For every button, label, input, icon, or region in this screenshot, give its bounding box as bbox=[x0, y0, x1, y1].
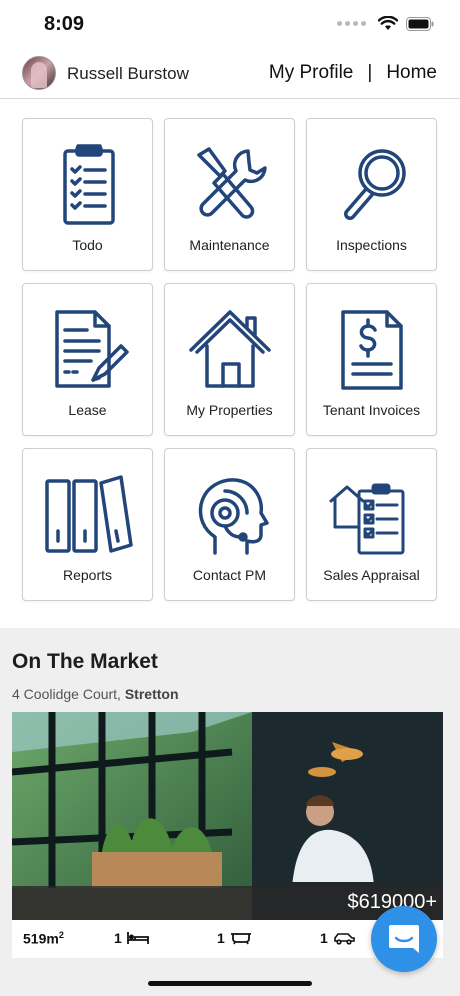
tile-sales-appraisal[interactable]: Sales Appraisal bbox=[306, 448, 437, 601]
feature-area: 519m2 bbox=[23, 930, 64, 947]
tile-contact-pm[interactable]: Contact PM bbox=[164, 448, 295, 601]
tile-my-properties[interactable]: My Properties bbox=[164, 283, 295, 436]
clipboard-checklist-icon bbox=[62, 144, 115, 225]
tile-label: Todo bbox=[72, 237, 103, 253]
price-bar: $619000+ bbox=[12, 886, 443, 920]
listing-address[interactable]: 4 Coolidge Court, Stretton bbox=[12, 686, 179, 702]
home-indicator[interactable] bbox=[148, 981, 312, 986]
tile-label: Contact PM bbox=[192, 567, 267, 583]
tile-tenant-invoices[interactable]: Tenant Invoices bbox=[306, 283, 437, 436]
signal-icon bbox=[337, 21, 366, 26]
address-suburb: Stretton bbox=[124, 686, 179, 702]
status-bar: 8:09 bbox=[0, 0, 460, 50]
status-time: 8:09 bbox=[44, 13, 85, 35]
document-pen-icon bbox=[54, 310, 129, 388]
avatar[interactable] bbox=[22, 56, 56, 90]
house-clipboard-icon bbox=[329, 483, 404, 555]
home-link[interactable]: Home bbox=[386, 62, 437, 84]
address-street: 4 Coolidge Court, bbox=[12, 686, 125, 702]
wifi-icon bbox=[378, 16, 398, 30]
menu-grid: Todo Maintenance Inspections Lease My Pr… bbox=[22, 118, 438, 601]
cars-count: 1 bbox=[320, 930, 328, 946]
feature-baths: 1 bbox=[217, 930, 252, 946]
battery-icon bbox=[406, 16, 434, 31]
tile-label: My Properties bbox=[186, 402, 273, 418]
chat-icon bbox=[389, 925, 419, 953]
tile-label: Reports bbox=[62, 567, 113, 583]
chat-button[interactable] bbox=[371, 906, 437, 972]
binders-icon bbox=[44, 475, 133, 553]
tile-label: Maintenance bbox=[189, 237, 270, 253]
baths-count: 1 bbox=[217, 930, 225, 946]
tile-label: Lease bbox=[68, 402, 107, 418]
area-value: 519m bbox=[23, 930, 59, 947]
area-unit-sup: 2 bbox=[58, 930, 64, 940]
tile-label: Inspections bbox=[336, 237, 407, 253]
my-profile-link[interactable]: My Profile bbox=[269, 62, 353, 84]
nav-separator: | bbox=[367, 62, 373, 83]
feature-cars: 1 bbox=[320, 930, 355, 946]
tile-label: Tenant Invoices bbox=[322, 402, 421, 418]
tile-label: Sales Appraisal bbox=[323, 567, 420, 583]
bed-icon bbox=[126, 932, 149, 944]
feature-beds: 1 bbox=[114, 930, 149, 946]
listing-photo[interactable]: $619000+ bbox=[12, 712, 443, 920]
beds-count: 1 bbox=[114, 930, 122, 946]
magnifier-icon bbox=[343, 149, 406, 220]
header-nav: My Profile | Home bbox=[269, 62, 437, 84]
tile-lease[interactable]: Lease bbox=[22, 283, 153, 436]
headset-head-icon bbox=[198, 478, 269, 555]
tile-todo[interactable]: Todo bbox=[22, 118, 153, 271]
tile-inspections[interactable]: Inspections bbox=[306, 118, 437, 271]
bath-icon bbox=[230, 933, 251, 945]
status-icons bbox=[337, 16, 434, 31]
car-icon bbox=[333, 933, 355, 945]
wrench-screwdriver-icon bbox=[196, 147, 267, 219]
section-title: On The Market bbox=[12, 650, 158, 673]
user-name: Russell Burstow bbox=[67, 64, 189, 83]
invoice-dollar-icon bbox=[340, 310, 403, 390]
tile-maintenance[interactable]: Maintenance bbox=[164, 118, 295, 271]
house-icon bbox=[188, 310, 271, 388]
tile-reports[interactable]: Reports bbox=[22, 448, 153, 601]
app-header: Russell Burstow My Profile | Home bbox=[0, 50, 460, 99]
